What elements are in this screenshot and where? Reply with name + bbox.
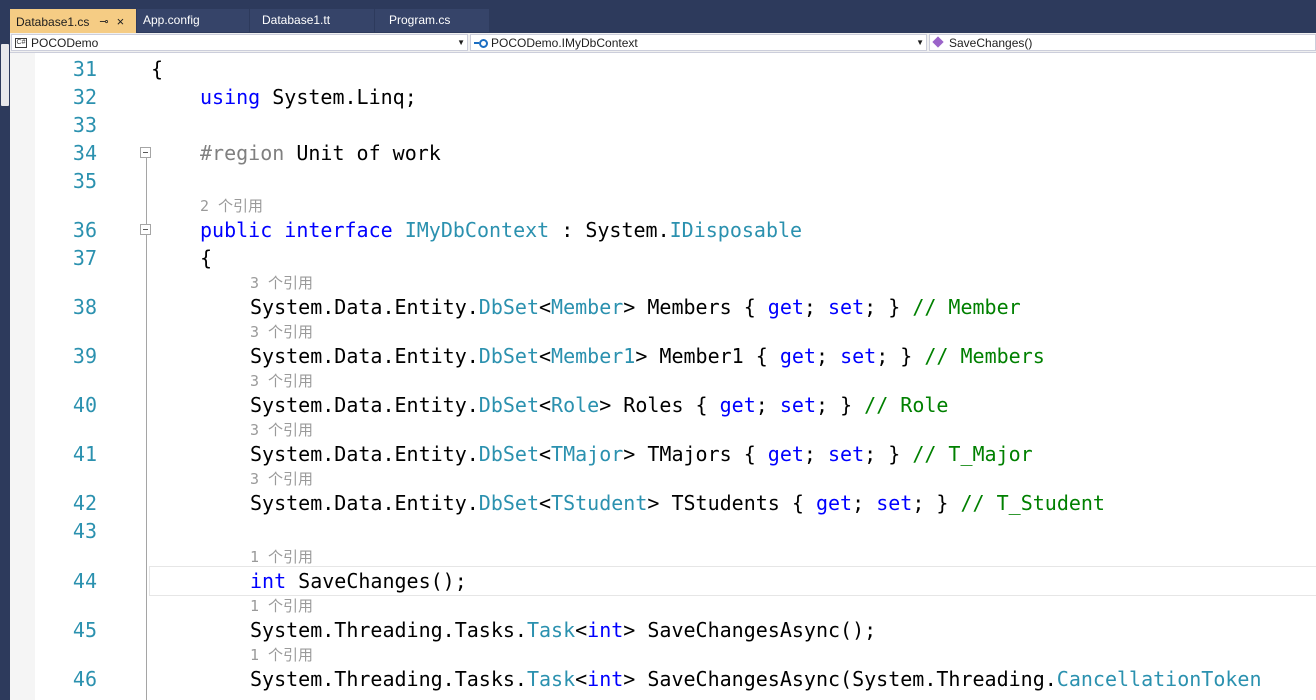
method-icon (933, 37, 944, 48)
line-number: 42 (72, 491, 97, 515)
code-line[interactable]: 32 using System.Linq; (10, 83, 1316, 111)
line-number: 34 (72, 141, 97, 165)
tab-database1-tt[interactable]: Database1.tt (250, 9, 374, 32)
codelens-references[interactable]: 1 个引用 (250, 646, 313, 664)
codelens-references[interactable]: 2 个引用 (200, 197, 263, 215)
line-number: 39 (72, 344, 97, 368)
chevron-down-icon[interactable]: ▼ (916, 38, 924, 47)
codelens-references[interactable]: 3 个引用 (250, 372, 313, 390)
code-line[interactable]: 37 { (10, 244, 1316, 272)
document-tab-strip: Database1.cs ⊸ × App.config Database1.tt… (10, 0, 1316, 33)
line-number: 45 (72, 618, 97, 642)
line-number: 35 (72, 169, 97, 193)
member-dropdown[interactable]: SaveChanges() (929, 34, 1316, 51)
line-number: 31 (72, 57, 97, 81)
code-line[interactable]: 33 (10, 111, 1316, 139)
project-dropdown[interactable]: C# POCODemo ▼ (11, 34, 468, 51)
code-line[interactable]: 43 (10, 517, 1316, 545)
code-line[interactable]: 44 int SaveChanges(); (10, 567, 1316, 595)
codelens-references[interactable]: 3 个引用 (250, 323, 313, 341)
codelens-references[interactable]: 1 个引用 (250, 597, 313, 615)
code-text: using System.Linq; (200, 85, 417, 109)
collapse-block-icon[interactable] (140, 224, 151, 235)
codelens-references[interactable]: 3 个引用 (250, 274, 313, 292)
code-text: { (151, 57, 164, 81)
code-text: System.Data.Entity.DbSet<Member> Members… (250, 295, 1021, 319)
tab-label: Database1.tt (262, 13, 331, 27)
code-text: System.Data.Entity.DbSet<Member1> Member… (250, 344, 1045, 368)
collapse-region-icon[interactable] (140, 147, 151, 158)
code-text: System.Threading.Tasks.Task<int> SaveCha… (250, 618, 877, 642)
codelens-references[interactable]: 1 个引用 (250, 548, 313, 566)
line-number: 44 (72, 569, 97, 593)
code-text: #region Unit of work (200, 141, 441, 165)
project-label: POCODemo (31, 35, 99, 50)
code-text: System.Data.Entity.DbSet<TStudent> TStud… (250, 491, 1105, 515)
type-label: POCODemo.IMyDbContext (491, 35, 638, 50)
tab-program-cs[interactable]: Program.cs (375, 9, 489, 32)
code-line[interactable]: 40 System.Data.Entity.DbSet<Role> Roles … (10, 391, 1316, 419)
code-line[interactable]: 34 #region Unit of work (10, 139, 1316, 167)
code-editor[interactable]: 31 { 32 using System.Linq; 33 34 #region… (10, 53, 1316, 700)
tab-label: Program.cs (389, 13, 451, 27)
tab-database1-cs[interactable]: Database1.cs ⊸ × (10, 9, 136, 33)
chevron-down-icon[interactable]: ▼ (457, 38, 465, 47)
csharp-project-icon: C# (15, 37, 27, 48)
code-line[interactable]: 45 System.Threading.Tasks.Task<int> Save… (10, 616, 1316, 644)
left-tool-rail (0, 0, 10, 700)
code-line[interactable]: 42 System.Data.Entity.DbSet<TStudent> TS… (10, 489, 1316, 517)
code-line[interactable]: 31 { (10, 55, 1316, 83)
line-number: 40 (72, 393, 97, 417)
tab-label: Database1.cs (16, 14, 90, 29)
tab-label: App.config (143, 13, 200, 27)
codelens-references[interactable]: 3 个引用 (250, 421, 313, 439)
code-line[interactable]: 46 System.Threading.Tasks.Task<int> Save… (10, 665, 1316, 693)
code-line[interactable]: 39 System.Data.Entity.DbSet<Member1> Mem… (10, 342, 1316, 370)
member-label: SaveChanges() (949, 35, 1033, 50)
code-text: System.Data.Entity.DbSet<Role> Roles { g… (250, 393, 949, 417)
pin-icon[interactable]: ⊸ (99, 10, 108, 34)
toolbox-rail-tab[interactable] (1, 44, 9, 106)
line-number: 46 (72, 667, 97, 691)
line-number: 41 (72, 442, 97, 466)
line-number: 33 (72, 113, 97, 137)
line-number: 32 (72, 85, 97, 109)
close-icon[interactable]: × (117, 10, 125, 34)
codelens-references[interactable]: 3 个引用 (250, 470, 313, 488)
code-text: public interface IMyDbContext : System.I… (200, 218, 803, 242)
line-number: 43 (72, 519, 97, 543)
code-line[interactable]: 36 public interface IMyDbContext : Syste… (10, 216, 1316, 244)
code-text: int SaveChanges(); (250, 569, 467, 593)
line-number: 38 (72, 295, 97, 319)
navigation-bar: C# POCODemo ▼ POCODemo.IMyDbContext ▼ Sa… (10, 33, 1316, 53)
code-line[interactable]: 35 (10, 167, 1316, 195)
tab-app-config[interactable]: App.config (137, 9, 249, 32)
code-text: { (200, 246, 213, 270)
type-dropdown[interactable]: POCODemo.IMyDbContext ▼ (470, 34, 927, 51)
code-text: System.Data.Entity.DbSet<TMajor> TMajors… (250, 442, 1033, 466)
code-line[interactable]: 38 System.Data.Entity.DbSet<Member> Memb… (10, 293, 1316, 321)
code-line[interactable]: 41 System.Data.Entity.DbSet<TMajor> TMaj… (10, 440, 1316, 468)
line-number: 36 (72, 218, 97, 242)
line-number: 37 (72, 246, 97, 270)
code-text: System.Threading.Tasks.Task<int> SaveCha… (250, 667, 1262, 691)
interface-icon (474, 38, 488, 48)
